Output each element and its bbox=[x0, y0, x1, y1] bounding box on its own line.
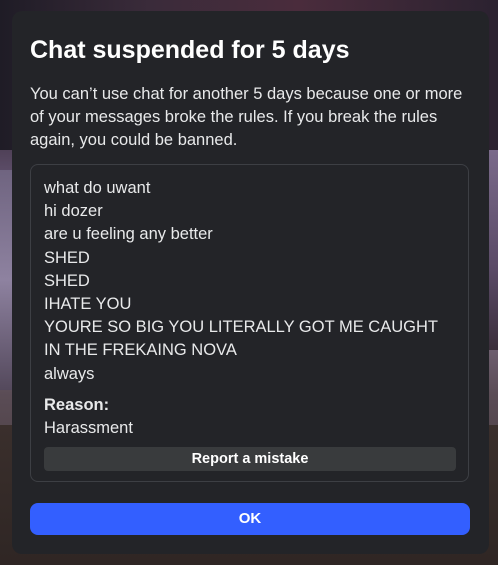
flagged-message: what do uwant bbox=[44, 179, 151, 197]
chat-suspended-dialog: Chat suspended for 5 days You can’t use … bbox=[12, 11, 489, 554]
flagged-message: YOURE SO BIG YOU LITERALLY GOT ME CAUGHT… bbox=[44, 318, 438, 360]
report-mistake-button[interactable]: Report a mistake bbox=[44, 446, 456, 471]
flagged-message: IHATE YOU bbox=[44, 295, 132, 314]
dialog-description: You can’t use chat for another 5 days be… bbox=[30, 85, 463, 149]
dialog-title: Chat suspended for 5 days bbox=[30, 36, 350, 64]
reason-label: Reason: bbox=[44, 395, 110, 414]
flagged-messages-panel: what do uwant hi dozer are u feeling any… bbox=[30, 164, 469, 482]
reason-value: Harassment bbox=[44, 418, 133, 437]
flagged-message: hi dozer bbox=[44, 202, 103, 221]
flagged-message: SHED bbox=[44, 271, 90, 290]
flagged-message: always bbox=[44, 364, 95, 383]
flagged-message-list: what do uwant hi dozer are u feeling any… bbox=[44, 177, 456, 386]
flagged-message: SHED bbox=[44, 248, 90, 267]
ok-button[interactable]: OK bbox=[30, 503, 470, 535]
flagged-message: are u feeling any better bbox=[44, 225, 213, 244]
